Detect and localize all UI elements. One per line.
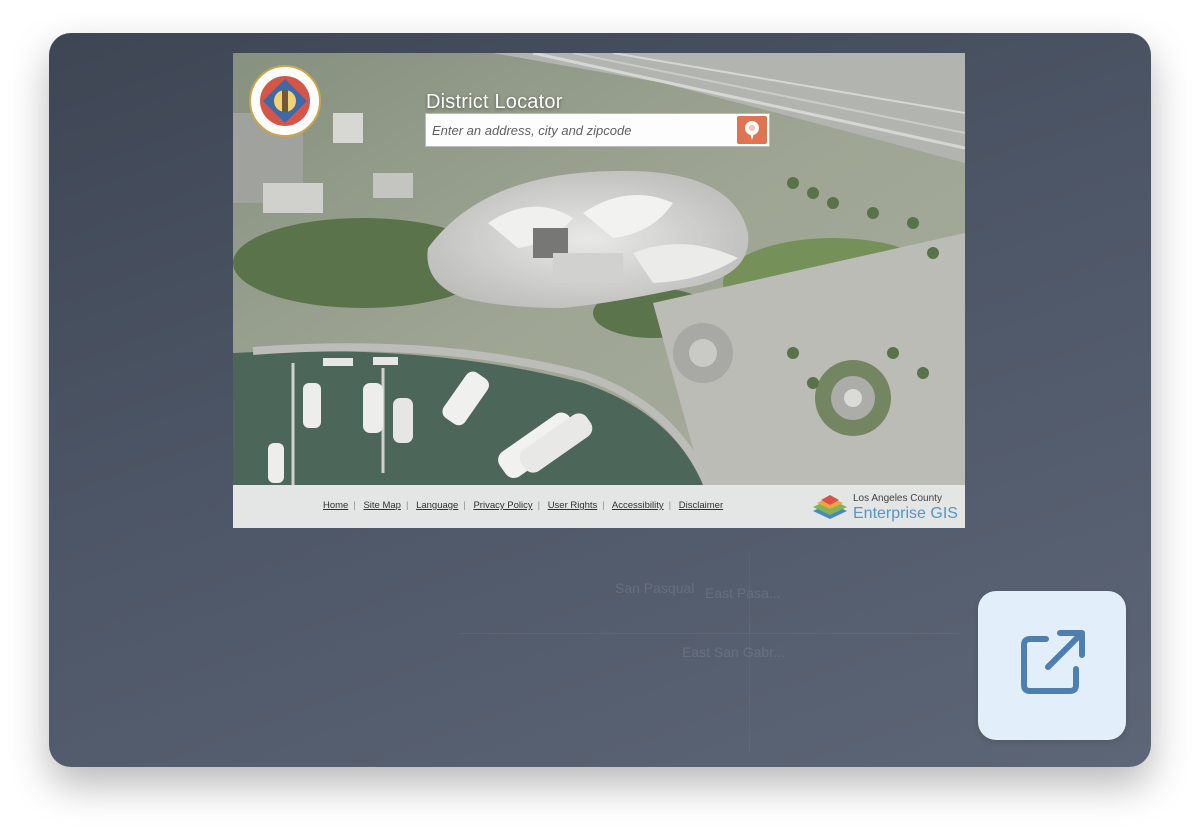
- footer-link-language[interactable]: Language: [416, 500, 458, 511]
- footer-bar: Home | Site Map | Language | Privacy Policy…: [233, 485, 965, 528]
- open-external-icon: [1021, 630, 1085, 694]
- gis-layers-icon: [813, 495, 847, 519]
- enterprise-gis-logo[interactable]: Los Angeles County Enterprise GIS: [811, 491, 961, 525]
- divider: |: [405, 500, 409, 511]
- page-title: District Locator: [426, 91, 563, 113]
- map-label: East Pasa...: [705, 585, 781, 601]
- divider: |: [463, 500, 466, 511]
- search-box: [425, 113, 770, 147]
- county-seal-logo: [249, 65, 321, 137]
- footer-link-user-rights[interactable]: User Rights: [548, 500, 598, 511]
- divider: |: [602, 500, 605, 511]
- map-label: San Pasqual: [615, 580, 695, 596]
- footer-link-home[interactable]: Home: [323, 500, 348, 511]
- ghost-map-road: [459, 633, 959, 634]
- footer-link-site-map[interactable]: Site Map: [363, 500, 401, 511]
- divider: |: [668, 500, 672, 511]
- gis-logo-line1: Los Angeles County: [853, 493, 942, 504]
- map-label: East San Gabr...: [682, 644, 785, 660]
- divider: |: [537, 500, 541, 511]
- search-button[interactable]: [737, 116, 767, 144]
- location-pin-icon: [745, 121, 759, 140]
- address-search-input[interactable]: [426, 114, 726, 146]
- footer-link-disclaimer[interactable]: Disclaimer: [679, 500, 723, 511]
- divider: |: [353, 500, 356, 511]
- district-locator-screenshot: District Locator Home | Site Map | Languag…: [233, 53, 965, 528]
- open-external-button[interactable]: [978, 591, 1126, 740]
- gis-logo-line2: Enterprise GIS: [853, 505, 958, 522]
- footer-link-accessibility[interactable]: Accessibility: [612, 500, 664, 511]
- footer-link-privacy-policy[interactable]: Privacy Policy: [473, 500, 532, 511]
- footer-links: Home | Site Map | Language | Privacy Policy…: [323, 500, 723, 511]
